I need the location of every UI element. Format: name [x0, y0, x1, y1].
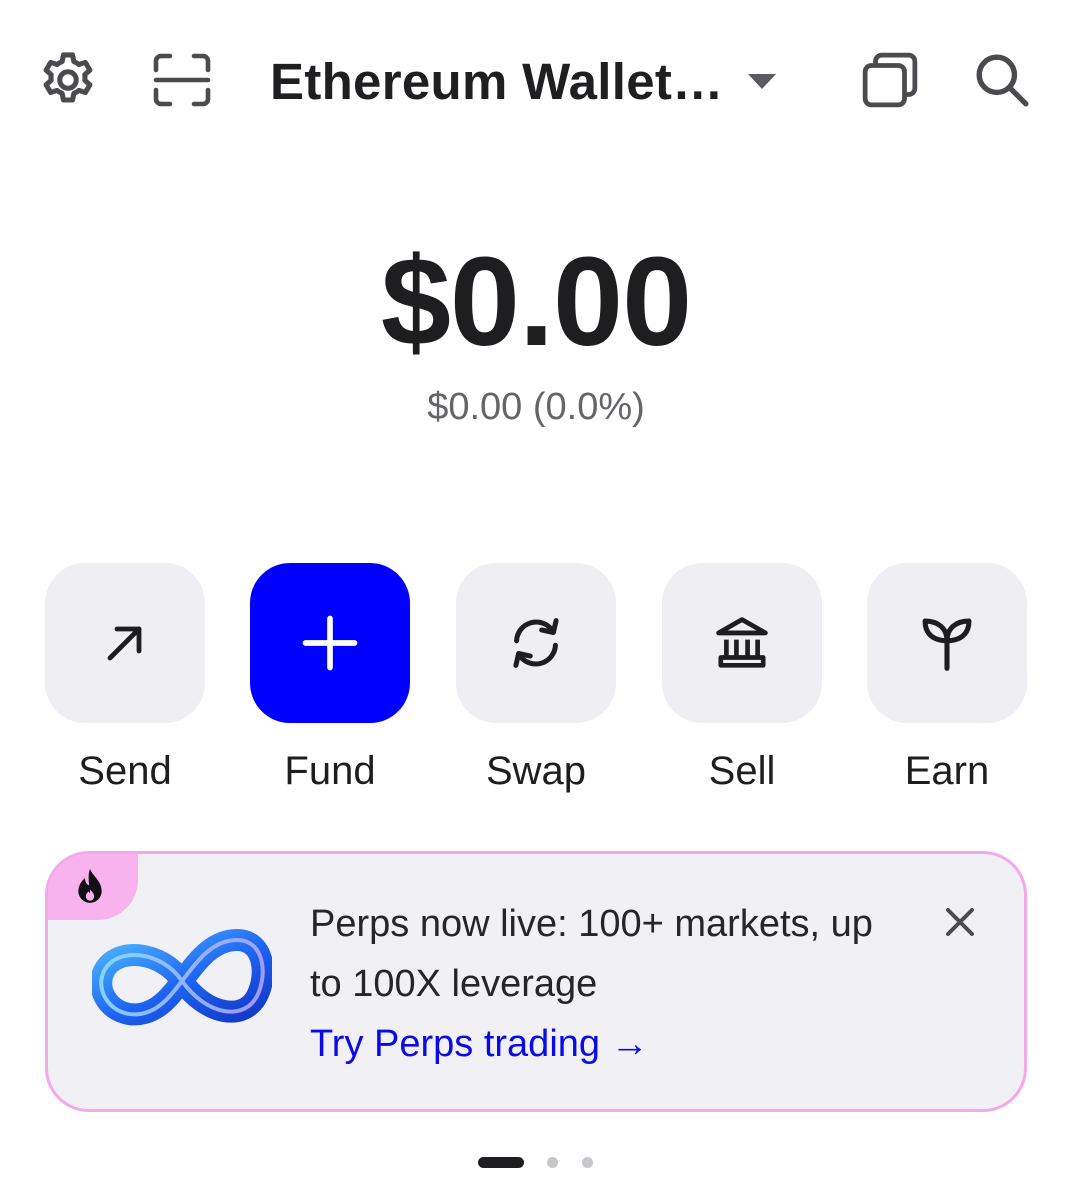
- sell-label: Sell: [708, 749, 776, 793]
- fund-button[interactable]: Fund: [250, 563, 410, 795]
- swap-tile[interactable]: [456, 563, 616, 723]
- perps-promo-card[interactable]: Perps now live: 100+ markets, up to 100X…: [45, 851, 1027, 1112]
- copy-icon: [862, 52, 918, 108]
- close-icon: [946, 908, 974, 936]
- send-tile[interactable]: [45, 563, 205, 723]
- bank-icon: [716, 617, 768, 668]
- chevron-down-icon: [747, 73, 776, 89]
- scan-button[interactable]: [146, 44, 218, 116]
- swap-label: Swap: [485, 749, 587, 793]
- earn-button[interactable]: Earn: [867, 563, 1027, 795]
- send-button[interactable]: Send: [45, 563, 205, 795]
- promo-close-button[interactable]: [932, 894, 988, 950]
- earn-tile[interactable]: [867, 563, 1027, 723]
- try-perps-link[interactable]: Try Perps trading →: [310, 1014, 649, 1074]
- earn-label: Earn: [904, 749, 990, 793]
- infinity-icon: [92, 929, 272, 1026]
- pager-dot[interactable]: [547, 1157, 558, 1168]
- settings-button[interactable]: [32, 44, 104, 116]
- swap-icon: [513, 618, 559, 668]
- sell-tile[interactable]: [662, 563, 822, 723]
- plus-icon: [302, 615, 358, 671]
- pager-dot-active[interactable]: [478, 1157, 524, 1168]
- carousel-pager: [0, 1156, 1072, 1170]
- send-label: Send: [78, 749, 172, 793]
- promo-message: Perps now live: 100+ markets, up to 100X…: [310, 903, 873, 1005]
- sprout-icon: [922, 618, 972, 671]
- scan-icon: [153, 53, 211, 107]
- sell-button[interactable]: Sell: [662, 563, 822, 795]
- wallet-switcher[interactable]: Ethereum Wallet…: [270, 46, 790, 116]
- copy-button[interactable]: [854, 44, 926, 116]
- fund-label: Fund: [284, 749, 376, 793]
- balance-change: $0.00 (0.0%): [427, 386, 645, 428]
- search-button[interactable]: [966, 44, 1038, 116]
- search-icon: [976, 54, 1029, 107]
- fund-tile[interactable]: [250, 563, 410, 723]
- swap-button[interactable]: Swap: [456, 563, 616, 795]
- pager-dot[interactable]: [582, 1157, 593, 1168]
- gear-icon: [43, 52, 93, 103]
- flame-icon: [78, 868, 102, 903]
- wallet-title: Ethereum Wallet…: [270, 52, 724, 110]
- balance-amount: $0.00: [380, 231, 692, 372]
- promo-badge: [48, 854, 138, 920]
- arrow-up-right-icon: [107, 626, 142, 661]
